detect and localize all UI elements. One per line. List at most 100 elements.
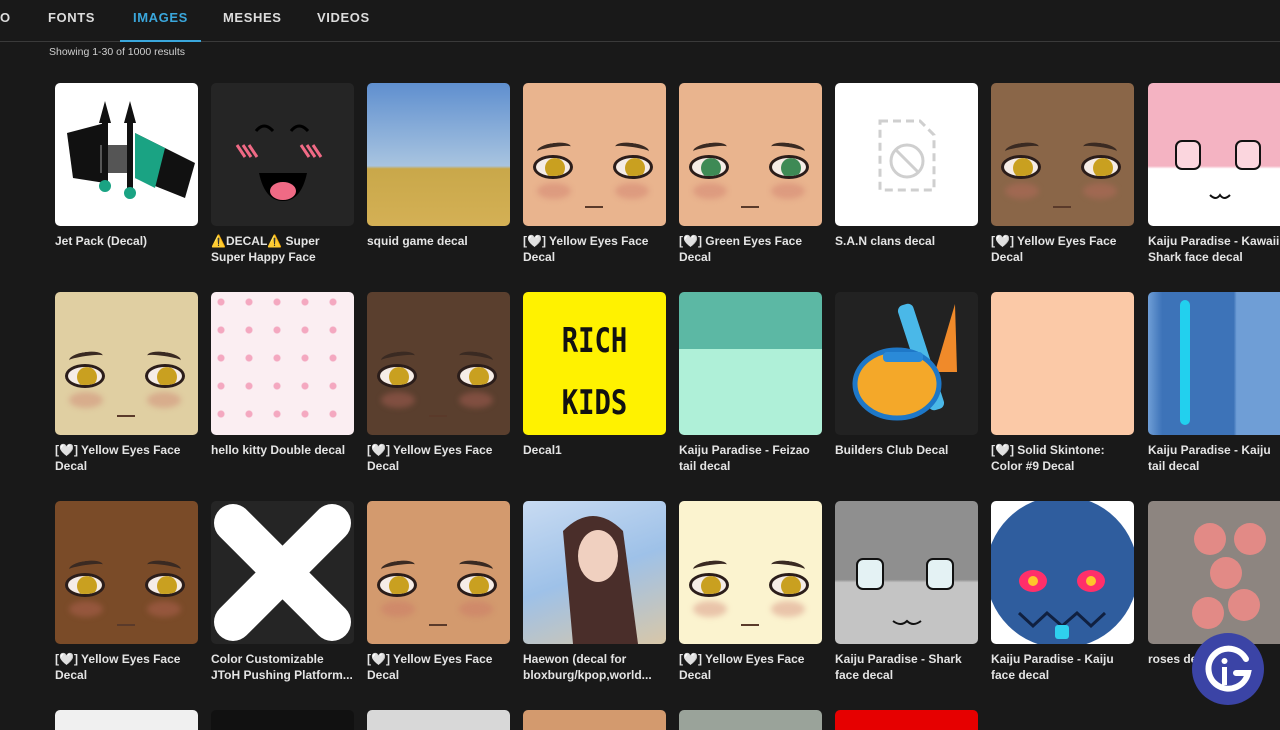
asset-title[interactable]: squid game decal: [367, 233, 510, 249]
asset-thumbnail[interactable]: [211, 501, 354, 644]
asset-title[interactable]: hello kitty Double decal: [211, 442, 354, 458]
asset-card[interactable]: [🤍] Yellow Eyes Face Decal: [55, 501, 198, 683]
iris: [389, 367, 409, 385]
asset-title[interactable]: [🤍] Green Eyes Face Decal: [679, 233, 822, 265]
asset-card[interactable]: [🤍] Yellow Eyes Face Decal: [679, 501, 822, 683]
asset-thumbnail[interactable]: [679, 292, 822, 435]
asset-thumbnail[interactable]: RICH KIDSONLY: [523, 292, 666, 435]
asset-thumbnail[interactable]: [991, 501, 1134, 644]
asset-type-tabs: O FONTS IMAGES MESHES VIDEOS: [0, 0, 1280, 42]
iris: [469, 367, 489, 385]
asset-thumbnail[interactable]: [367, 710, 510, 730]
asset-title[interactable]: Kaiju Paradise - Kaiju face decal: [991, 651, 1134, 683]
asset-title[interactable]: Kaiju Paradise - Feizao tail decal: [679, 442, 822, 474]
asset-thumbnail[interactable]: [1148, 501, 1280, 644]
asset-title[interactable]: Jet Pack (Decal): [55, 233, 198, 249]
asset-card[interactable]: Kaiju Paradise - Kawaii Shark face decal: [1148, 83, 1280, 265]
tab-audio[interactable]: O: [0, 0, 11, 41]
asset-card[interactable]: ⚠️DECAL⚠️ Super Super Happy Face: [211, 83, 354, 265]
asset-card[interactable]: [🤍] Yellow Eyes Face Decal: [991, 83, 1134, 265]
asset-card[interactable]: [835, 710, 978, 730]
left-blush: [69, 601, 103, 617]
tab-fonts[interactable]: FONTS: [48, 0, 95, 41]
asset-title[interactable]: [🤍] Yellow Eyes Face Decal: [679, 651, 822, 683]
asset-card[interactable]: Color Customizable JToH Pushing Platform…: [211, 501, 354, 683]
tab-images[interactable]: IMAGES: [120, 0, 201, 42]
asset-title[interactable]: Color Customizable JToH Pushing Platform…: [211, 651, 354, 683]
asset-thumbnail[interactable]: [679, 83, 822, 226]
asset-card[interactable]: [🤍] Solid Skintone: Color #9 Decal: [991, 292, 1134, 474]
asset-card[interactable]: [🤍] Yellow Eyes Face Decal: [55, 292, 198, 474]
asset-thumbnail[interactable]: [523, 501, 666, 644]
asset-title[interactable]: [🤍] Yellow Eyes Face Decal: [991, 233, 1134, 265]
asset-thumbnail[interactable]: [367, 501, 510, 644]
asset-card[interactable]: Builders Club Decal: [835, 292, 978, 458]
tab-videos[interactable]: VIDEOS: [317, 0, 370, 41]
asset-card[interactable]: [679, 710, 822, 730]
asset-thumbnail[interactable]: [211, 710, 354, 730]
asset-title[interactable]: Builders Club Decal: [835, 442, 978, 458]
asset-thumbnail[interactable]: [835, 83, 978, 226]
asset-thumbnail[interactable]: [991, 292, 1134, 435]
asset-thumbnail[interactable]: [679, 501, 822, 644]
asset-title[interactable]: [🤍] Solid Skintone: Color #9 Decal: [991, 442, 1134, 474]
asset-thumbnail[interactable]: [835, 292, 978, 435]
left-eye: [533, 155, 573, 179]
asset-thumbnail[interactable]: [835, 710, 978, 730]
left-eye: [689, 573, 729, 597]
asset-title[interactable]: Decal1: [523, 442, 666, 458]
x-platform-image: [214, 504, 351, 641]
asset-thumbnail[interactable]: [211, 292, 354, 435]
asset-card[interactable]: [367, 710, 510, 730]
asset-card[interactable]: [211, 710, 354, 730]
asset-thumbnail[interactable]: [211, 83, 354, 226]
asset-thumbnail[interactable]: [55, 83, 198, 226]
asset-thumbnail[interactable]: [1148, 292, 1280, 435]
asset-card[interactable]: Kaiju Paradise - Kaiju tail decal: [1148, 292, 1280, 474]
asset-card[interactable]: [🤍] Green Eyes Face Decal: [679, 83, 822, 265]
decal-text: RICH KIDSONLY: [561, 321, 628, 423]
left-eye: [377, 364, 417, 388]
asset-card[interactable]: hello kitty Double decal: [211, 292, 354, 458]
asset-thumbnail[interactable]: [55, 501, 198, 644]
asset-card[interactable]: Jet Pack (Decal): [55, 83, 198, 249]
asset-thumbnail[interactable]: [55, 710, 198, 730]
asset-card[interactable]: [523, 710, 666, 730]
asset-title[interactable]: [🤍] Yellow Eyes Face Decal: [55, 442, 198, 474]
kaiju-tail-image: [1180, 300, 1190, 425]
asset-card[interactable]: [🤍] Yellow Eyes Face Decal: [367, 501, 510, 683]
right-eye: [769, 155, 809, 179]
asset-title[interactable]: [🤍] Yellow Eyes Face Decal: [367, 442, 510, 474]
asset-card[interactable]: Haewon (decal for bloxburg/kpop,world...: [523, 501, 666, 683]
asset-card[interactable]: S.A.N clans decal: [835, 83, 978, 249]
asset-card[interactable]: Kaiju Paradise - Kaiju face decal: [991, 501, 1134, 683]
asset-title[interactable]: Kaiju Paradise - Shark face decal: [835, 651, 978, 683]
asset-card[interactable]: squid game decal: [367, 83, 510, 249]
asset-title[interactable]: S.A.N clans decal: [835, 233, 978, 249]
asset-title[interactable]: Kaiju Paradise - Kawaii Shark face decal: [1148, 233, 1280, 265]
asset-thumbnail[interactable]: [835, 501, 978, 644]
tab-meshes[interactable]: MESHES: [223, 0, 282, 41]
asset-title[interactable]: [🤍] Yellow Eyes Face Decal: [523, 233, 666, 265]
asset-title[interactable]: [🤍] Yellow Eyes Face Decal: [55, 651, 198, 683]
asset-thumbnail[interactable]: [523, 83, 666, 226]
asset-card[interactable]: [🤍] Yellow Eyes Face Decal: [523, 83, 666, 265]
asset-thumbnail[interactable]: [367, 292, 510, 435]
asset-title[interactable]: ⚠️DECAL⚠️ Super Super Happy Face: [211, 233, 354, 265]
asset-title[interactable]: Kaiju Paradise - Kaiju tail decal: [1148, 442, 1280, 474]
asset-thumbnail[interactable]: [367, 83, 510, 226]
asset-thumbnail[interactable]: [1148, 83, 1280, 226]
asset-thumbnail[interactable]: [991, 83, 1134, 226]
asset-card[interactable]: RICH KIDSONLY Decal1: [523, 292, 666, 458]
asset-card[interactable]: [55, 710, 198, 730]
iris: [625, 158, 645, 176]
asset-thumbnail[interactable]: [55, 292, 198, 435]
asset-thumbnail[interactable]: [679, 710, 822, 730]
asset-title[interactable]: Haewon (decal for bloxburg/kpop,world...: [523, 651, 666, 683]
asset-thumbnail[interactable]: [523, 710, 666, 730]
asset-card[interactable]: [🤍] Yellow Eyes Face Decal: [367, 292, 510, 474]
asset-card[interactable]: Kaiju Paradise - Shark face decal: [835, 501, 978, 683]
builders-club-image: [852, 303, 957, 421]
asset-title[interactable]: [🤍] Yellow Eyes Face Decal: [367, 651, 510, 683]
asset-card[interactable]: Kaiju Paradise - Feizao tail decal: [679, 292, 822, 474]
